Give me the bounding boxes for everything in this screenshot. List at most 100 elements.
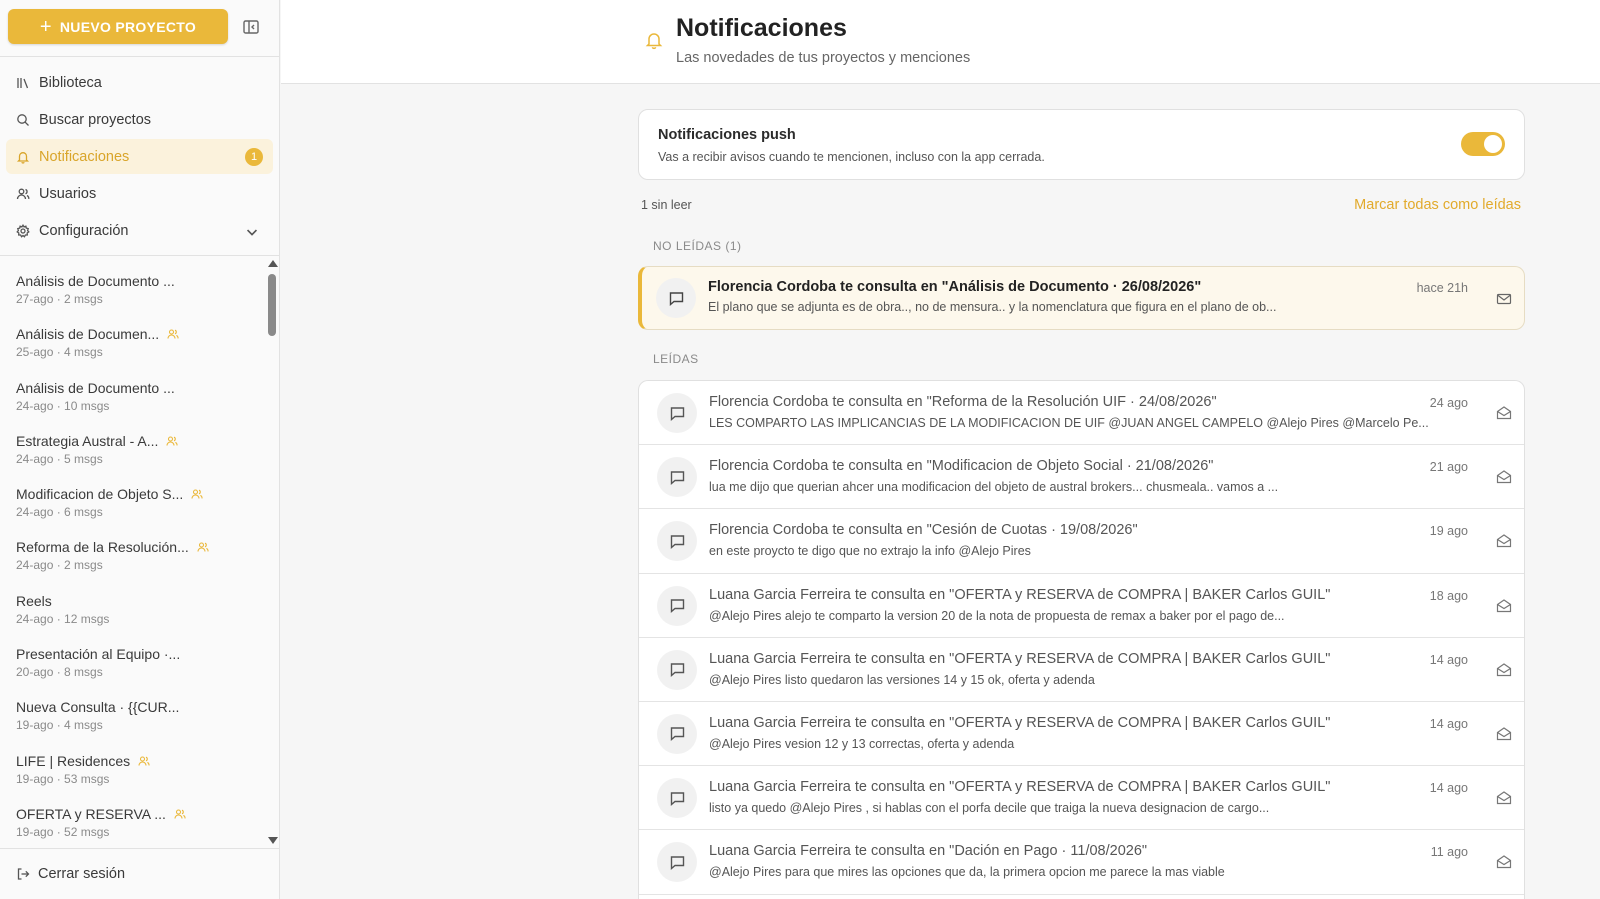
project-item[interactable]: Nueva Consulta · {{CUR... 19-ago · 4 msg… bbox=[0, 698, 265, 751]
sidebar: + NUEVO PROYECTO Biblioteca Buscar proye… bbox=[0, 0, 280, 899]
users-icon bbox=[16, 188, 30, 199]
project-list-scrollbar[interactable] bbox=[265, 256, 279, 848]
notification-title: Florencia Cordoba te consulta en "Anális… bbox=[708, 279, 1202, 295]
sidebar-nav: Biblioteca Buscar proyectos Notificacion… bbox=[0, 57, 279, 256]
project-title-row: Estrategia Austral - A... bbox=[16, 432, 265, 450]
mail-open-icon[interactable] bbox=[1496, 469, 1512, 485]
project-item[interactable]: Estrategia Austral - A... 24-ago · 5 msg… bbox=[0, 432, 265, 485]
mail-open-icon[interactable] bbox=[1496, 598, 1512, 614]
nav-item-buscar-proyectos[interactable]: Buscar proyectos bbox=[6, 102, 273, 137]
notification-time: hace 21h bbox=[1416, 281, 1468, 295]
shared-users-icon bbox=[191, 489, 203, 499]
notification-title: Luana Garcia Ferreira te consulta en "OF… bbox=[709, 586, 1331, 603]
notification-row[interactable]: Luana Garcia Ferreira te consulta en "OF… bbox=[639, 638, 1524, 702]
logout-label: Cerrar sesión bbox=[38, 866, 126, 882]
project-meta: 24-ago · 10 msgs bbox=[16, 398, 110, 413]
notification-title: Florencia Cordoba te consulta en "Cesión… bbox=[709, 522, 1138, 539]
project-title-row: Nueva Consulta · {{CUR... bbox=[16, 698, 265, 716]
notification-row[interactable]: Florencia Cordoba te consulta en "Reform… bbox=[639, 381, 1524, 446]
project-title-row: Análisis de Documento ... bbox=[16, 379, 265, 397]
notification-body: @Alejo Pires alejo te comparto la versio… bbox=[709, 608, 1285, 623]
mark-all-read-link[interactable]: Marcar todas como leídas bbox=[1354, 197, 1521, 213]
notification-body: @Alejo Pires para que mires las opciones… bbox=[709, 865, 1225, 880]
shared-users-icon bbox=[197, 542, 209, 553]
nav-item-notificaciones[interactable]: Notificaciones 1 bbox=[6, 139, 273, 174]
chat-icon bbox=[657, 713, 697, 754]
mail-open-icon[interactable] bbox=[1496, 854, 1512, 870]
notification-time: 19 ago bbox=[1429, 524, 1468, 539]
project-item[interactable]: Análisis de Documen... 25-ago · 4 msgs bbox=[0, 325, 265, 378]
chat-icon bbox=[657, 521, 697, 562]
project-meta: 27-ago · 2 msgs bbox=[16, 292, 103, 306]
read-notifications-list: Florencia Cordoba te consulta en "Reform… bbox=[638, 380, 1525, 899]
scroll-thumb[interactable] bbox=[268, 274, 276, 336]
chevron-down-icon[interactable] bbox=[245, 225, 259, 239]
mail-closed-icon[interactable] bbox=[1496, 291, 1512, 307]
notification-time: 14 ago bbox=[1429, 781, 1468, 796]
new-project-button[interactable]: + NUEVO PROYECTO bbox=[8, 9, 228, 44]
nav-item-configuracion[interactable]: Configuración bbox=[6, 213, 273, 248]
notification-row[interactable]: Luana Garcia Ferreira te consulta en "Da… bbox=[639, 830, 1524, 895]
notification-title: Luana Garcia Ferreira te consulta en "Da… bbox=[709, 843, 1148, 860]
sidebar-collapse-icon[interactable] bbox=[242, 18, 260, 36]
shared-users-icon bbox=[166, 436, 178, 446]
notification-row[interactable]: Florencia Cordoba te consulta en "Modifi… bbox=[639, 445, 1524, 510]
logout-icon bbox=[17, 868, 30, 880]
project-item[interactable]: Análisis de Documento ... 27-ago · 2 msg… bbox=[0, 272, 265, 325]
project-title: Presentación al Equipo ·... bbox=[16, 646, 181, 663]
bell-icon bbox=[645, 33, 663, 50]
shared-users-icon bbox=[174, 809, 186, 819]
project-title: Análisis de Documen... bbox=[16, 326, 160, 343]
logout-button[interactable]: Cerrar sesión bbox=[0, 848, 280, 899]
unread-count: 1 sin leer bbox=[641, 198, 692, 212]
project-item[interactable]: Modificacion de Objeto S... 24-ago · 6 m… bbox=[0, 485, 265, 538]
notification-body: El plano que se adjunta es de obra.., no… bbox=[708, 300, 1277, 314]
project-item[interactable]: Reels 24-ago · 12 msgs bbox=[0, 592, 265, 645]
notification-title: Florencia Cordoba te consulta en "Modifi… bbox=[709, 458, 1214, 475]
push-notifications-card: Notificaciones push Vas a recibir avisos… bbox=[638, 109, 1525, 180]
project-meta: 19-ago · 4 msgs bbox=[16, 718, 103, 733]
mail-open-icon[interactable] bbox=[1496, 533, 1512, 549]
mail-open-icon[interactable] bbox=[1496, 790, 1512, 806]
project-title-row: LIFE | Residences bbox=[16, 752, 265, 770]
read-section-label: LEÍDAS bbox=[653, 352, 699, 366]
notification-row[interactable]: Luana Garcia Ferreira te consulta en "OF… bbox=[639, 702, 1524, 767]
project-meta: 24-ago · 12 msgs bbox=[16, 611, 110, 626]
scroll-up-arrow[interactable] bbox=[268, 260, 278, 267]
toggle-knob bbox=[1484, 135, 1502, 153]
notification-row[interactable]: Luana Garcia Ferreira te consulta en "OF… bbox=[639, 766, 1524, 831]
notification-time: 14 ago bbox=[1429, 652, 1468, 667]
project-item[interactable]: Presentación al Equipo ·... 20-ago · 8 m… bbox=[0, 645, 265, 698]
scroll-down-arrow[interactable] bbox=[268, 837, 278, 844]
project-title-row: OFERTA y RESERVA ... bbox=[16, 805, 265, 823]
nav-item-usuarios[interactable]: Usuarios bbox=[6, 176, 273, 211]
project-meta: 19-ago · 52 msgs bbox=[16, 824, 110, 839]
project-item[interactable]: LIFE | Residences 19-ago · 53 msgs bbox=[0, 752, 265, 805]
gear-icon bbox=[16, 223, 30, 238]
push-description: Vas a recibir avisos cuando te mencionen… bbox=[658, 150, 1045, 164]
notification-row[interactable]: Florencia Cordoba te consulta en "Cesión… bbox=[639, 509, 1524, 574]
notification-time: 24 ago bbox=[1429, 396, 1468, 410]
project-meta: 20-ago · 8 msgs bbox=[16, 665, 103, 680]
project-item[interactable]: Reforma de la Resolución... 24-ago · 2 m… bbox=[0, 538, 265, 591]
project-title: Reels bbox=[16, 592, 52, 609]
mail-open-icon[interactable] bbox=[1496, 726, 1512, 742]
project-title: Estrategia Austral - A... bbox=[16, 432, 159, 449]
chat-icon bbox=[657, 649, 697, 690]
project-title: OFERTA y RESERVA ... bbox=[16, 805, 166, 822]
project-item[interactable]: OFERTA y RESERVA ... 19-ago · 52 msgs bbox=[0, 805, 265, 848]
mail-open-icon[interactable] bbox=[1496, 662, 1512, 678]
notification-time: 14 ago bbox=[1429, 716, 1468, 731]
project-title-row: Presentación al Equipo ·... bbox=[16, 645, 265, 663]
mail-open-icon[interactable] bbox=[1496, 405, 1512, 421]
project-title: Análisis de Documento ... bbox=[16, 273, 175, 289]
project-item[interactable]: Análisis de Documento ... 24-ago · 10 ms… bbox=[0, 379, 265, 432]
notification-title: Luana Garcia Ferreira te consulta en "OF… bbox=[709, 714, 1331, 731]
nav-item-biblioteca[interactable]: Biblioteca bbox=[6, 65, 273, 100]
push-toggle[interactable] bbox=[1461, 132, 1505, 156]
project-title: Modificacion de Objeto S... bbox=[16, 486, 184, 503]
notification-row[interactable]: Luana Garcia Ferreira te consulta en "OF… bbox=[639, 574, 1524, 638]
project-title: Análisis de Documento ... bbox=[16, 379, 175, 396]
notification-time: 18 ago bbox=[1429, 588, 1468, 603]
unread-notification[interactable]: Florencia Cordoba te consulta en "Anális… bbox=[638, 266, 1525, 330]
